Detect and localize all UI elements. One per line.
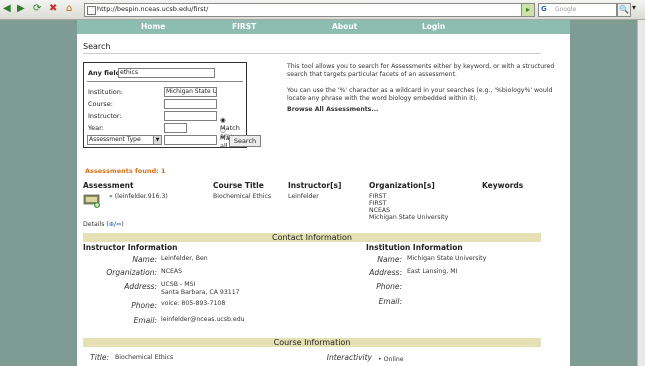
inst-email-label: Email:: [378, 297, 402, 306]
browse-all-link[interactable]: Browse All Assessments...: [287, 106, 378, 113]
any-field-input[interactable]: ethics: [118, 68, 215, 78]
organization-label: Organization:: [106, 268, 157, 277]
course-title-cell: Biochemical Ethics: [213, 193, 272, 200]
wildcard-description: You can use the '%' character as a wildc…: [287, 87, 553, 102]
course-info-bar: Course Information: [83, 338, 541, 347]
org-cell-4: Michigan State University: [369, 214, 449, 221]
inst-address-value: East Lansing, MI: [407, 268, 458, 275]
course-title-value: Biochemical Ethics: [115, 354, 174, 361]
email-label: Email:: [133, 316, 157, 325]
contact-info-bar: Contact Information: [83, 233, 541, 242]
page-icon: [87, 6, 96, 15]
instructor-label: Instructor:: [88, 112, 122, 120]
assessment-type-select[interactable]: Assessment Type ▼: [87, 135, 162, 145]
assessment-type-value: Assessment Type: [89, 136, 141, 143]
stop-icon[interactable]: ✖: [49, 3, 57, 15]
site-nav: Home FIRST About Login: [77, 20, 570, 34]
phone-value: voice: 805-893-7108: [161, 300, 226, 307]
interactivity-label: Interactivity: [326, 353, 372, 362]
address-line1: UCSB - MSI: [161, 281, 196, 288]
assessment-link[interactable]: » (leinfelder.916.3): [109, 193, 168, 201]
instructor-input[interactable]: [164, 111, 217, 121]
form-divider: [87, 81, 243, 82]
inst-phone-label: Phone:: [376, 282, 402, 291]
search-form: Any field: ethics Institution: Michigan …: [83, 62, 261, 150]
col-organizations: Organization[s]: [369, 181, 435, 190]
address-bar[interactable]: http://bespin.nceas.ucsb.edu/first/: [84, 3, 523, 17]
google-icon: G: [541, 5, 547, 13]
institution-label: Institution:: [88, 88, 124, 96]
nav-first[interactable]: FIRST: [232, 22, 256, 31]
course-title-label: Title:: [90, 353, 109, 362]
instructor-cell: Leinfelder: [288, 193, 319, 200]
year-input[interactable]: [164, 123, 187, 133]
menu-icon[interactable]: ▾: [632, 3, 636, 12]
browser-toolbar: ◀ ▶ ⟳ ✖ ⌂ http://bespin.nceas.ucsb.edu/f…: [0, 0, 645, 20]
year-label: Year:: [88, 124, 104, 132]
institution-info-heading: Institution Information: [366, 243, 463, 252]
nav-about[interactable]: About: [332, 22, 357, 31]
page-content: Search Any field: ethics Institution: Mi…: [77, 34, 570, 366]
course-label: Course:: [88, 100, 113, 108]
address-line2: Santa Barbara, CA 93117: [161, 289, 240, 296]
inst-address-label: Address:: [369, 268, 402, 277]
forward-icon[interactable]: ▶: [17, 3, 25, 15]
reload-icon[interactable]: ⟳: [33, 3, 41, 15]
assessment-type-input[interactable]: [164, 135, 217, 145]
view-icon[interactable]: ⊕: [109, 221, 114, 228]
instructor-info-heading: Instructor Information: [83, 243, 178, 252]
nav-login[interactable]: Login: [422, 22, 445, 31]
results-count: Assessments found: 1: [85, 167, 166, 175]
url-text: http://bespin.nceas.ucsb.edu/first/: [97, 5, 209, 13]
institution-input[interactable]: Michigan State Ur: [164, 87, 217, 97]
divider: [83, 53, 541, 54]
scrollbar[interactable]: [637, 20, 645, 366]
col-course-title: Course Title: [213, 181, 264, 190]
organization-value: NCEAS: [161, 268, 183, 275]
back-icon[interactable]: ◀: [3, 3, 11, 15]
search-title: Search: [83, 42, 111, 51]
course-input[interactable]: [164, 99, 217, 109]
inst-name-label: Name:: [377, 255, 402, 264]
assessment-icon[interactable]: [83, 192, 103, 208]
phone-label: Phone:: [131, 301, 157, 310]
name-label: Name:: [132, 255, 157, 264]
nav-home[interactable]: Home: [141, 22, 165, 31]
details-tail: ): [121, 221, 124, 228]
home-icon[interactable]: ⌂: [66, 3, 72, 15]
browser-search-input[interactable]: G Google: [538, 3, 617, 17]
name-value: Leinfelder, Ben: [161, 255, 208, 262]
search-description: This tool allows you to search for Asses…: [287, 63, 555, 78]
email-value: leinfelder@nceas.ucsb.edu: [161, 316, 245, 323]
search-placeholder: Google: [555, 6, 577, 13]
col-instructors: Instructor[s]: [288, 181, 342, 190]
address-label: Address:: [124, 282, 157, 291]
chevron-down-icon: ▼: [153, 136, 161, 144]
go-icon[interactable]: ▸: [521, 3, 535, 17]
col-assessment: Assessment: [83, 181, 134, 190]
col-keywords: Keywords: [482, 181, 524, 190]
details-label: Details (: [83, 221, 109, 228]
details-link[interactable]: Details (⊕/⇔): [83, 221, 124, 229]
interactivity-value: • Online: [378, 356, 404, 363]
search-go-icon[interactable]: 🔍: [617, 3, 631, 17]
inst-name-value: Michigan State University: [407, 255, 487, 262]
search-button[interactable]: Search: [229, 135, 261, 147]
